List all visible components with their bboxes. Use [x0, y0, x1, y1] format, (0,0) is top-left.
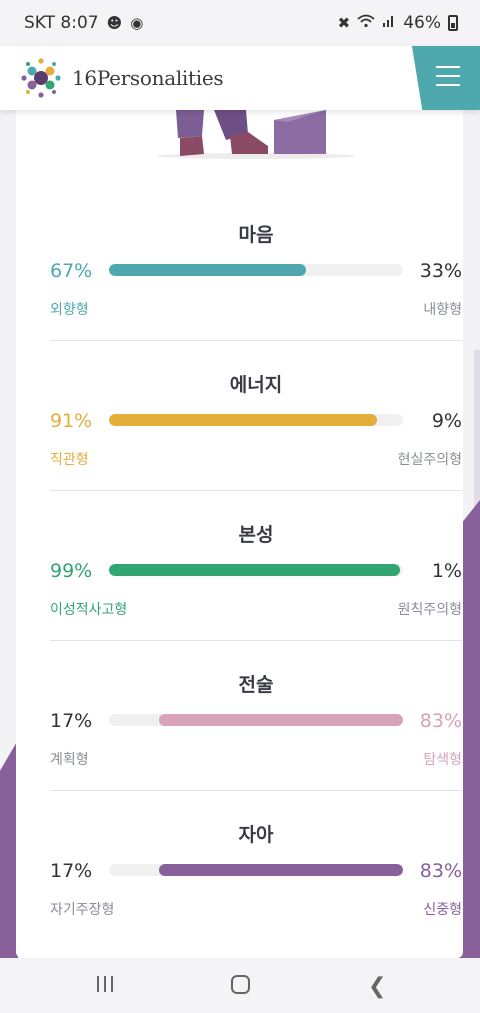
divider	[50, 790, 462, 791]
trait-right-label: 신중형	[423, 902, 462, 918]
divider	[50, 640, 462, 641]
trait-left-percent: 17%	[50, 860, 93, 882]
trait-title: 본성	[238, 524, 274, 546]
trait-right-percent: 83%	[419, 860, 462, 882]
divider	[50, 340, 462, 341]
trait-left-percent: 17%	[50, 710, 93, 732]
trait-bar-fill	[158, 864, 403, 876]
battery-percent: 46%	[403, 13, 441, 33]
trait-left-label: 직관형	[50, 452, 89, 468]
site-header: 16Personalities	[0, 46, 480, 110]
status-left: SKT 8:07 ☻ ◉	[24, 13, 143, 33]
signal-icon	[382, 14, 396, 32]
trait-bar	[109, 864, 403, 876]
trait-mind: 마음 67% 33% 외향형 내향형	[50, 220, 462, 370]
trait-right-label: 원칙주의형	[397, 602, 462, 618]
music-icon: ◉	[130, 14, 144, 32]
trait-right-label: 탐색형	[423, 752, 462, 768]
trait-bar-fill	[158, 714, 403, 726]
trait-title: 전술	[238, 674, 274, 696]
battery-icon	[448, 15, 458, 31]
trait-right-percent: 83%	[419, 710, 462, 732]
system-nav-bar: ❮	[0, 958, 480, 1013]
personality-illustration	[156, 110, 356, 159]
trait-identity: 자아 17% 83% 자기주장형 신중형	[50, 820, 462, 958]
hamburger-icon[interactable]	[436, 66, 460, 86]
trait-left-label: 자기주장형	[50, 902, 115, 918]
status-right: ✖ 46%	[338, 13, 458, 33]
trait-left-percent: 91%	[50, 410, 93, 432]
logo[interactable]: 16Personalities	[18, 55, 224, 101]
wifi-icon	[357, 14, 375, 32]
trait-left-label: 계획형	[50, 752, 89, 768]
trait-bar	[109, 264, 403, 276]
logo-text: 16Personalities	[72, 66, 224, 90]
back-icon[interactable]: ❮	[368, 974, 386, 999]
trait-bar	[109, 714, 403, 726]
status-bar: SKT 8:07 ☻ ◉ ✖ 46%	[0, 0, 480, 46]
trait-right-percent: 1%	[431, 560, 462, 582]
trait-right-percent: 9%	[431, 410, 462, 432]
trait-title: 자아	[238, 824, 274, 846]
trait-title: 에너지	[229, 374, 283, 396]
trait-left-label: 이성적사고형	[50, 602, 128, 618]
trait-bar	[109, 564, 403, 576]
traits-card: 마음 67% 33% 외향형 내향형 에너지 91% 9% 직관형 현실주의형 …	[16, 110, 463, 958]
trait-nature: 본성 99% 1% 이성적사고형 원칙주의형	[50, 520, 462, 670]
divider	[50, 490, 462, 491]
carrier-time: SKT 8:07	[24, 13, 99, 33]
trait-left-percent: 67%	[50, 260, 93, 282]
trait-bar-fill	[109, 564, 401, 576]
home-icon[interactable]	[231, 975, 250, 994]
trait-bar-fill	[109, 414, 377, 426]
trait-right-label: 내향형	[423, 302, 462, 318]
mute-icon: ✖	[337, 14, 351, 32]
decor-lavender	[474, 350, 480, 510]
trait-tactics: 전술 17% 83% 계획형 탐색형	[50, 670, 462, 820]
main-content: 마음 67% 33% 외향형 내향형 에너지 91% 9% 직관형 현실주의형 …	[0, 110, 480, 958]
notification-icon: ☻	[106, 14, 123, 32]
trait-right-label: 현실주의형	[397, 452, 462, 468]
trait-left-percent: 99%	[50, 560, 93, 582]
trait-bar	[109, 414, 403, 426]
trait-right-percent: 33%	[419, 260, 462, 282]
trait-left-label: 외향형	[50, 302, 89, 318]
trait-bar-fill	[109, 264, 306, 276]
recent-apps-icon[interactable]	[97, 976, 117, 994]
trait-energy: 에너지 91% 9% 직관형 현실주의형	[50, 370, 462, 520]
trait-title: 마음	[238, 224, 274, 246]
logo-mark-icon	[18, 55, 64, 101]
